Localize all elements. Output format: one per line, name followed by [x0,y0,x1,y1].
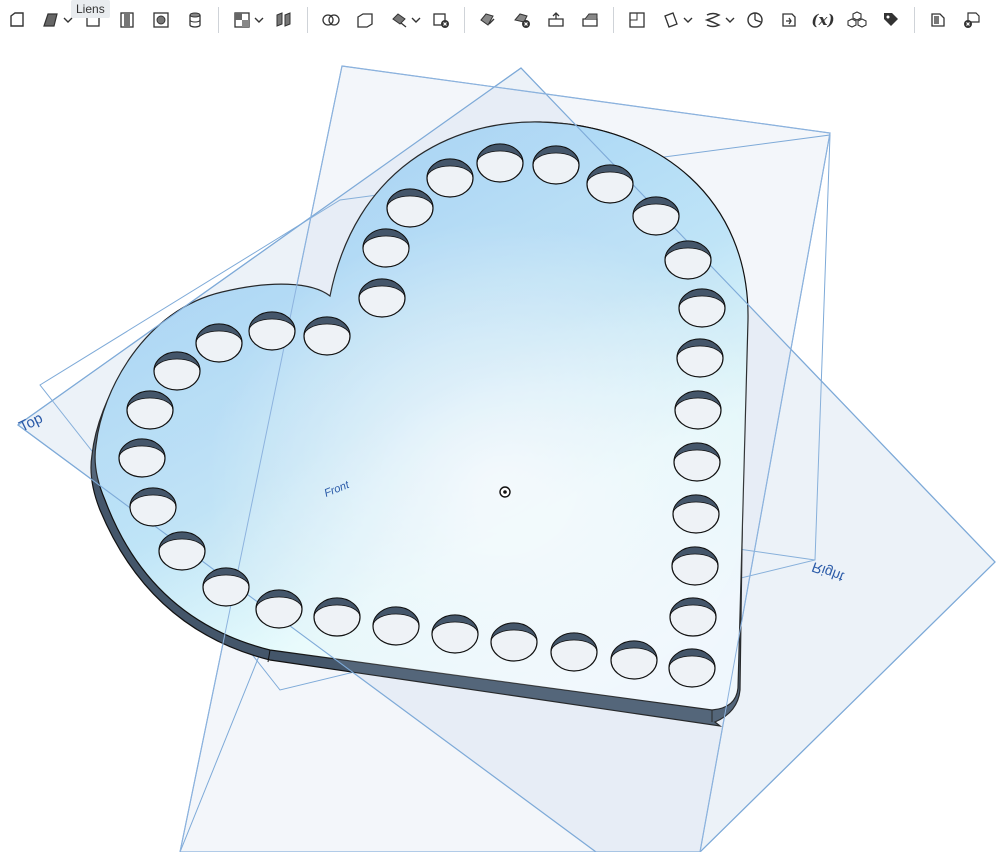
sheet-metal-icon[interactable] [926,8,950,32]
assembly-icon[interactable] [845,8,869,32]
transform-icon[interactable] [387,8,411,32]
mate-connector-icon[interactable] [659,8,683,32]
toolbar-separator [464,7,465,33]
replace-face-icon[interactable] [578,8,602,32]
split-icon[interactable] [353,8,377,32]
plane-dropdown[interactable] [682,8,694,32]
modify-fillet-icon[interactable] [476,8,500,32]
helix-dropdown[interactable] [724,8,736,32]
toolbar-separator [613,7,614,33]
plane-icon[interactable] [625,8,649,32]
boolean-icon[interactable] [319,8,343,32]
transform-dropdown[interactable] [410,8,422,32]
move-face-icon[interactable] [544,8,568,32]
feature-toolbar: (x) [0,0,1000,40]
delete-icon[interactable] [960,8,984,32]
new-sketch-icon[interactable] [5,8,29,32]
graphics-viewport[interactable]: Top Front Right [0,40,1000,852]
fillet-icon[interactable] [230,8,254,32]
helix-icon[interactable] [701,8,725,32]
sweep-icon[interactable] [115,8,139,32]
measure-icon[interactable] [743,8,767,32]
derived-icon[interactable] [777,8,801,32]
extrude-icon[interactable] [39,8,63,32]
delete-face-icon[interactable] [510,8,534,32]
toolbar-separator [914,7,915,33]
tooltip: Liens [71,0,110,18]
variable-icon[interactable]: (x) [811,8,835,32]
toolbar-separator [307,7,308,33]
thicken-icon[interactable] [183,8,207,32]
toolbar-separator [218,7,219,33]
loft-icon[interactable] [149,8,173,32]
delete-part-icon[interactable] [429,8,453,32]
chamfer-icon[interactable] [272,8,296,32]
tag-icon[interactable] [879,8,903,32]
fillet-dropdown[interactable] [253,8,265,32]
